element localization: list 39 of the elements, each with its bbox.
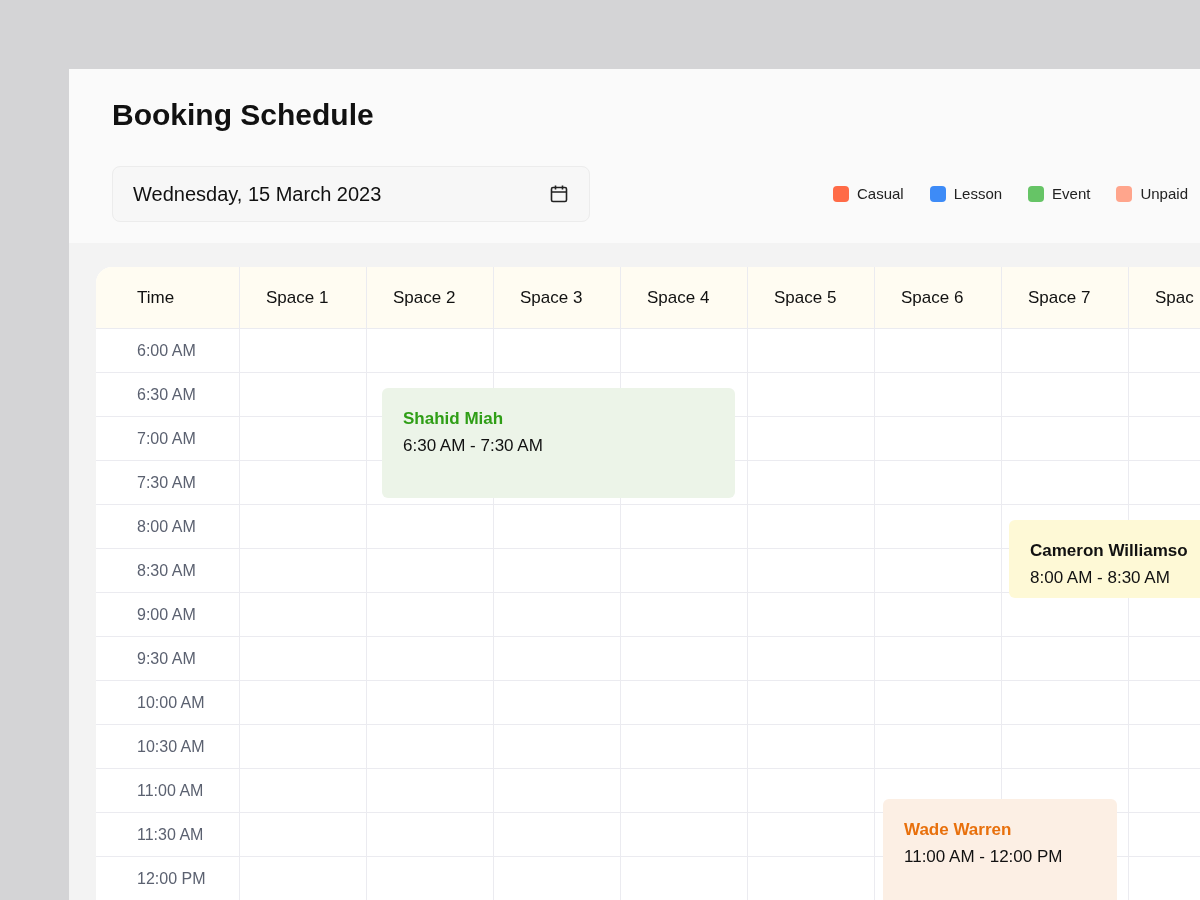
time-label: 6:30 AM bbox=[137, 384, 196, 405]
legend-label: Casual bbox=[857, 183, 904, 204]
booking-card[interactable]: Cameron Williamso 8:00 AM - 8:30 AM bbox=[1009, 520, 1200, 598]
column-header: Spac bbox=[1155, 286, 1194, 309]
column-header: Space 5 bbox=[774, 286, 837, 309]
time-label: 8:00 AM bbox=[137, 516, 196, 537]
column-header: Space 2 bbox=[393, 286, 456, 309]
date-field[interactable]: Wednesday, 15 March 2023 bbox=[112, 166, 590, 222]
time-label: 11:00 AM bbox=[137, 780, 204, 801]
time-label: 9:00 AM bbox=[137, 604, 196, 625]
column-header: Space 1 bbox=[266, 286, 329, 309]
column-header: Time bbox=[137, 286, 175, 309]
legend-label: Lesson bbox=[953, 183, 1003, 204]
time-label: 11:30 AM bbox=[137, 824, 204, 845]
column-header: Space 6 bbox=[901, 286, 964, 309]
booking-time: 11:00 AM - 12:00 PM bbox=[904, 846, 1064, 868]
time-label: 7:30 AM bbox=[137, 472, 196, 493]
booking-name: Shahid Miah bbox=[403, 408, 504, 430]
booking-card[interactable]: Wade Warren 11:00 AM - 12:00 PM bbox=[883, 799, 1117, 900]
column-header: Space 7 bbox=[1028, 286, 1091, 309]
time-label: 10:30 AM bbox=[137, 736, 205, 757]
legend-label: Event bbox=[1052, 183, 1091, 204]
calendar-icon bbox=[549, 184, 569, 204]
time-label: 10:00 AM bbox=[137, 692, 205, 713]
page-title: Booking Schedule bbox=[112, 97, 375, 133]
time-label: 12:00 PM bbox=[137, 868, 206, 889]
legend-label: Unpaid bbox=[1140, 183, 1188, 204]
booking-time: 8:00 AM - 8:30 AM bbox=[1030, 567, 1171, 589]
column-header: Space 4 bbox=[647, 286, 710, 309]
column-header: Space 3 bbox=[520, 286, 583, 309]
booking-name: Cameron Williamso bbox=[1030, 540, 1188, 562]
time-label: 7:00 AM bbox=[137, 428, 196, 449]
time-label: 8:30 AM bbox=[137, 560, 196, 581]
time-label: 6:00 AM bbox=[137, 340, 196, 361]
booking-card[interactable]: Shahid Miah 6:30 AM - 7:30 AM bbox=[382, 388, 735, 498]
booking-name: Wade Warren bbox=[904, 819, 1012, 841]
booking-time: 6:30 AM - 7:30 AM bbox=[403, 435, 544, 457]
time-label: 9:30 AM bbox=[137, 648, 196, 669]
date-value: Wednesday, 15 March 2023 bbox=[133, 182, 382, 207]
